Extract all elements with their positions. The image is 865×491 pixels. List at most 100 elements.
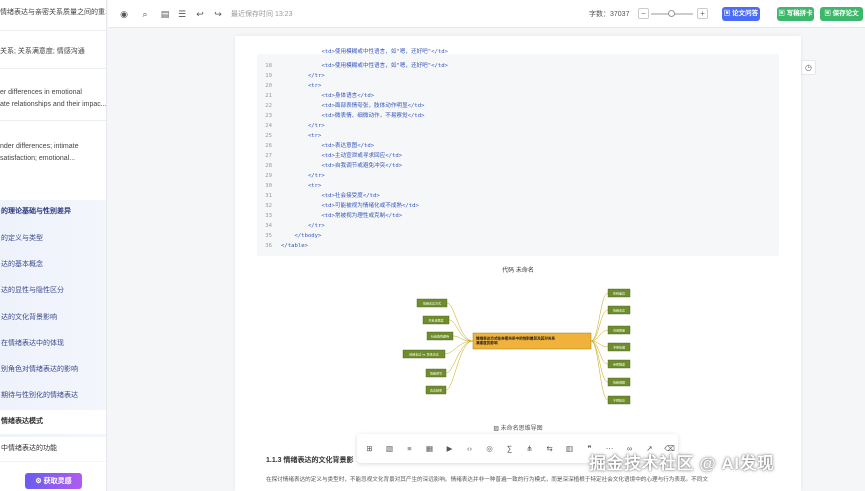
table-icon[interactable]: ⊞ [364, 443, 375, 454]
section-paragraph[interactable]: 在探讨情绪表达的定义与类型时，不能忽视文化背景对其产生的深远影响。情绪表达并非一… [266, 476, 776, 485]
line-number: 34 [265, 223, 272, 229]
document-page[interactable]: <td>使用模糊或中性语言，如"嗯，还好吧"</td> 18 <td>使用模糊或中… [235, 36, 801, 491]
outline-item[interactable]: 情绪表达模式 [0, 410, 106, 434]
chart-icon[interactable]: ▥ [564, 443, 575, 454]
mindmap-link [590, 292, 609, 342]
outline-item[interactable]: 中情绪表达的功能 [0, 437, 106, 461]
word-count: 字数：37037 [589, 11, 630, 18]
mindmap-node-label: 性别差异 [613, 290, 625, 295]
tree-icon[interactable]: ⋔ [524, 443, 535, 454]
outline-item[interactable]: 在情绪表达中的体现 [0, 332, 106, 356]
search-icon[interactable]: ⌕ [139, 8, 151, 20]
code-text: <td>自我调节或避免冲突</td> [281, 163, 403, 169]
line-number: 29 [265, 173, 272, 179]
flow-icon[interactable]: ⇆ [544, 443, 555, 454]
code-text: <tr> [281, 183, 322, 189]
watermark: 掘金技术社区 @ AI发现 [589, 454, 775, 473]
mindmap-link [444, 340, 474, 355]
outline-item[interactable]: 的理论基础与性别差异 [0, 200, 106, 224]
paper-qa-label: 论文问答 [732, 10, 759, 17]
mindmap[interactable]: 情绪表达方式在亲密关系中的性别差异及其对关系满意度的影响情绪表达方式关系满意度社… [395, 283, 641, 411]
line-number: 21 [265, 93, 272, 99]
eye-icon[interactable]: ◉ [118, 8, 130, 20]
line-number: 27 [265, 153, 272, 159]
code-text: <td>社会接受度</td> [281, 193, 380, 199]
code-block[interactable]: <td>使用模糊或中性语言，如"嗯，还好吧"</td> 18 <td>使用模糊或中… [257, 49, 779, 256]
zoom-slider-handle[interactable] [668, 10, 675, 17]
line-number: 26 [265, 143, 272, 149]
section-heading[interactable]: 1.1.3 情绪表达的文化背景影 [266, 455, 354, 465]
line-number: 19 [265, 73, 272, 79]
undo-icon[interactable]: ↩ [194, 8, 206, 20]
line-number: 25 [265, 133, 272, 139]
top-toolbar: ◉ ⌕ ▤ ☰ ↩ ↪ 最近保存时间 13:23 字数：37037 − + ▣ … [108, 0, 865, 28]
image-icon: ▨ [493, 426, 501, 432]
code-icon[interactable]: ‹› [464, 443, 475, 454]
line-number: 22 [265, 103, 272, 109]
mindmap-node-label: 干预建议 [613, 397, 625, 402]
code-text: </tr> [281, 123, 325, 129]
outline-view-icon[interactable]: ▤ [159, 8, 171, 20]
gear-icon: ⚙ [35, 478, 42, 485]
line-number: 24 [265, 123, 272, 129]
line-number: 18 [265, 63, 272, 69]
paper-qa-button[interactable]: ▣ 论文问答 [722, 7, 760, 21]
get-inspiration-button[interactable]: ⚙ 获取灵感 [25, 473, 82, 489]
outline-item[interactable]: 达的文化背景影响 [0, 306, 106, 330]
sidebar-abstract-en-1[interactable]: er differences in emotional [0, 87, 82, 99]
save-icon: ▣ [824, 10, 833, 17]
save-paper-label: 保存论文 [832, 10, 859, 17]
sidebar-abstract-en-2[interactable]: ate relationships and their impac... [0, 99, 106, 111]
zoom-in-button[interactable]: + [697, 8, 708, 19]
outline-item[interactable]: 别角色对情绪表达的影响 [0, 358, 106, 382]
outline-item[interactable]: 达的基本概念 [0, 253, 106, 277]
location-icon[interactable]: ◎ [484, 443, 495, 454]
sidebar-title[interactable]: 情绪表达与亲密关系质量之间的重... [0, 7, 106, 19]
sidebar-keywords-en-1[interactable]: nder differences; intimate [0, 141, 78, 153]
code-text: </table> [281, 243, 308, 249]
mindmap-node-label: 情绪表达方式 [423, 300, 441, 305]
code-text: <td>可能被视为情绪化或不成熟</td> [281, 203, 419, 209]
code-text: <td>主动宣泄或寻求回应</td> [281, 153, 403, 159]
mindmap-node-label: 关系满意度 [428, 317, 443, 322]
formula-icon[interactable]: ∑ [504, 443, 515, 454]
save-paper-button[interactable]: ▣ 保存论文 [820, 7, 863, 21]
grid-icon[interactable]: ▦ [424, 443, 435, 454]
mindmap-node-label: 沟通质量 [613, 327, 625, 332]
last-saved-time: 最近保存时间 13:23 [231, 11, 293, 18]
code-text: </tbody> [281, 233, 322, 239]
format-icon[interactable]: ☰ [176, 8, 188, 20]
mindmap-node-label: 情绪表达 [613, 307, 625, 312]
mindmap-node-label: 社会角色期待 [431, 333, 449, 338]
line-number: 35 [265, 233, 272, 239]
mindmap-caption: ▨ 未命名思维导图 [493, 426, 543, 432]
mindmap-link [590, 340, 609, 383]
code-text: </tr> [281, 223, 325, 229]
sidebar-keywords-en-2[interactable]: satisfaction; emotional... [0, 153, 75, 165]
video-icon[interactable]: ▶ [444, 443, 455, 454]
code-text: <td>表达意图</td> [281, 143, 375, 149]
code-text: <tr> [281, 83, 322, 89]
zoom-out-button[interactable]: − [638, 8, 649, 19]
line-number: 28 [265, 163, 272, 169]
code-text: <td>常被视为理性或克制</td> [281, 213, 403, 219]
merge-card-button[interactable]: ▣ 写稿拼卡 [777, 7, 814, 21]
outline-item[interactable]: 达的显性与隐性区分 [0, 279, 106, 303]
sidebar-keywords-cn[interactable]: 关系; 关系满意度; 情感沟通 [0, 46, 85, 58]
line-number: 36 [265, 243, 272, 249]
mindmap-node-label: 情绪表达 vs. 隐性表达 [409, 351, 439, 356]
sidebar: 情绪表达与亲密关系质量之间的重... 关系; 关系满意度; 情感沟通 er di… [0, 0, 107, 491]
redo-icon[interactable]: ↪ [212, 8, 224, 20]
mindmap-link [590, 309, 609, 342]
line-number: 32 [265, 203, 272, 209]
image-icon[interactable]: ▧ [384, 443, 395, 454]
history-icon[interactable]: ◷ [801, 60, 816, 75]
line-number: 23 [265, 113, 272, 119]
code-text: <td>使用模糊或中性语言，如"嗯，还好吧"</td> [281, 49, 448, 55]
list-icon[interactable]: ≡ [404, 443, 415, 454]
outline-item[interactable]: 期待与性别化的情绪表达 [0, 384, 106, 408]
code-text: <td>微表情、细微动作，不易察觉</td> [281, 113, 425, 119]
mindmap-node-label: 情绪调节 [430, 370, 442, 375]
outline-item[interactable]: 的定义与类型 [0, 227, 106, 251]
get-inspiration-label: 获取灵感 [43, 478, 72, 485]
